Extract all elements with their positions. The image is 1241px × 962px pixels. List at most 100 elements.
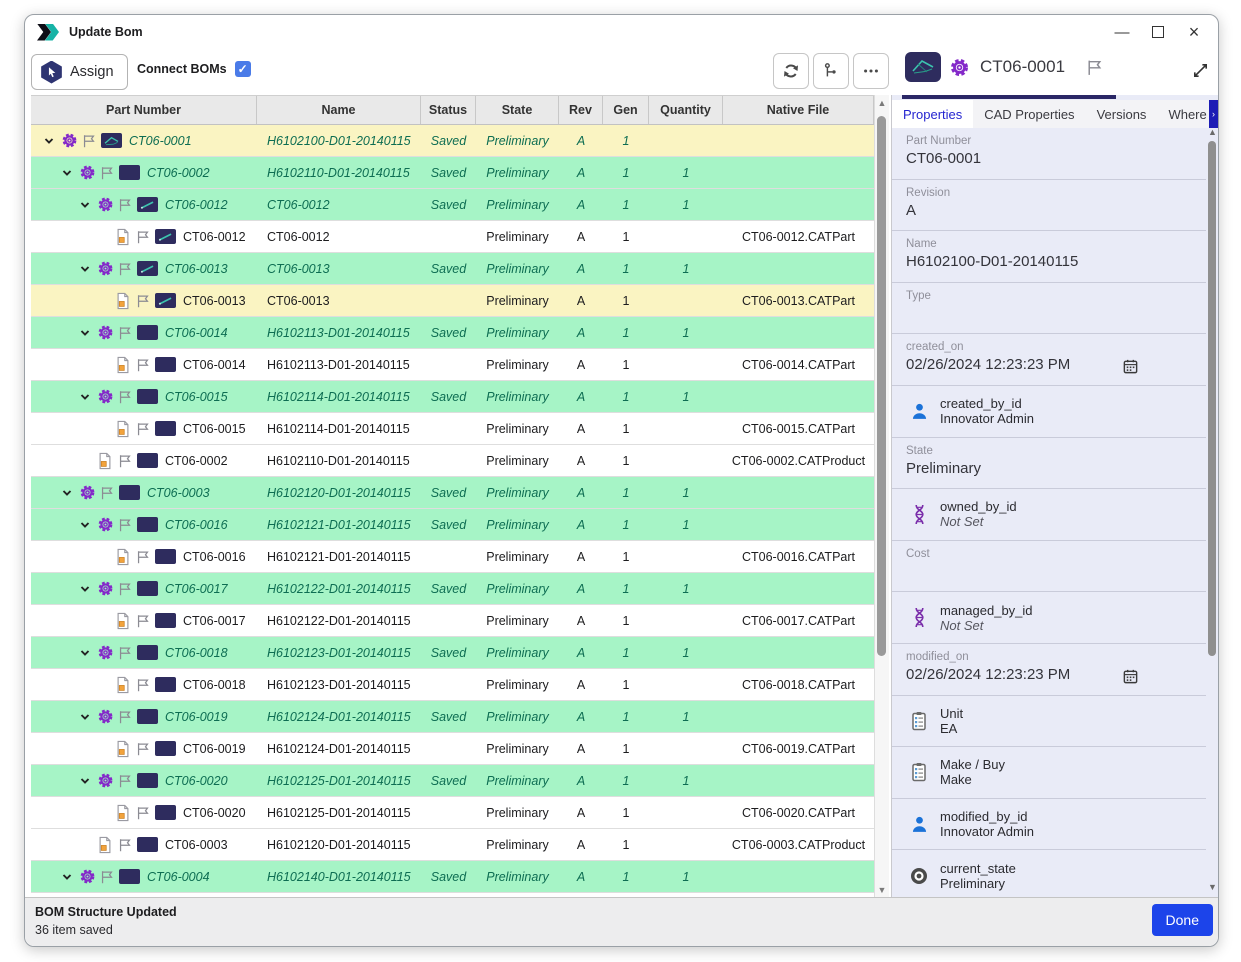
chevron-down-icon[interactable] <box>75 775 95 787</box>
table-row[interactable]: CT06-0002H6102110-D01-20140115Preliminar… <box>31 445 889 477</box>
cell-name: H6102123-D01-20140115 <box>257 637 421 668</box>
chevron-down-icon[interactable] <box>57 167 77 179</box>
table-row[interactable]: CT06-0016H6102121-D01-20140115Preliminar… <box>31 541 889 573</box>
field-modified-on[interactable]: modified_on02/26/2024 12:23:23 PM <box>892 644 1206 696</box>
field-current-state[interactable]: current_statePreliminary <box>892 850 1206 898</box>
panel-scrollbar-thumb[interactable] <box>1208 141 1216 656</box>
column-header-quantity[interactable]: Quantity <box>649 96 723 124</box>
table-row[interactable]: CT06-0001H6102100-D01-20140115SavedPreli… <box>31 125 889 157</box>
field-unit[interactable]: UnitEA <box>892 696 1206 748</box>
table-row[interactable]: CT06-0016H6102121-D01-20140115SavedPreli… <box>31 509 889 541</box>
table-row[interactable]: CT06-0004H6102140-D01-20140115SavedPreli… <box>31 861 889 893</box>
chevron-down-icon[interactable] <box>75 711 95 723</box>
table-row[interactable]: CT06-0014H6102113-D01-20140115SavedPreli… <box>31 317 889 349</box>
done-button[interactable]: Done <box>1152 904 1213 936</box>
cell-gen: 1 <box>603 285 649 316</box>
table-scrollbar-thumb[interactable] <box>877 116 886 656</box>
field-modified-by-id[interactable]: modified_by_idInnovator Admin <box>892 799 1206 851</box>
expand-dialog-button[interactable] <box>1185 55 1215 85</box>
minimize-button[interactable]: — <box>1104 18 1140 46</box>
cell-status: Saved <box>421 765 476 796</box>
field-revision[interactable]: RevisionA <box>892 180 1206 232</box>
chevron-down-icon[interactable] <box>57 487 77 499</box>
table-row[interactable]: CT06-0017H6102122-D01-20140115Preliminar… <box>31 605 889 637</box>
cell-quantity: 1 <box>649 189 723 220</box>
scroll-down-icon[interactable]: ▼ <box>1208 882 1217 892</box>
column-header-native-file[interactable]: Native File <box>723 96 874 124</box>
chevron-down-icon[interactable] <box>75 327 95 339</box>
chevron-down-icon[interactable] <box>75 583 95 595</box>
table-row[interactable]: CT06-0015H6102114-D01-20140115SavedPreli… <box>31 381 889 413</box>
maximize-button[interactable] <box>1140 18 1176 46</box>
scroll-up-icon[interactable]: ▲ <box>875 98 889 108</box>
chevron-down-icon[interactable] <box>75 263 95 275</box>
tab-cad-properties[interactable]: CAD Properties <box>973 100 1085 128</box>
table-row[interactable]: CT06-0015H6102114-D01-20140115Preliminar… <box>31 413 889 445</box>
chevron-down-icon[interactable] <box>75 391 95 403</box>
scroll-down-icon[interactable]: ▼ <box>875 885 889 895</box>
chevron-down-icon[interactable] <box>57 871 77 883</box>
column-header-rev[interactable]: Rev <box>559 96 603 124</box>
calendar-icon[interactable] <box>1122 358 1139 375</box>
table-row[interactable]: CT06-0018H6102123-D01-20140115SavedPreli… <box>31 637 889 669</box>
column-header-gen[interactable]: Gen <box>603 96 649 124</box>
gear-icon <box>59 132 79 149</box>
tab-versions[interactable]: Versions <box>1086 100 1158 128</box>
table-row[interactable]: CT06-0002H6102110-D01-20140115SavedPreli… <box>31 157 889 189</box>
table-row[interactable]: CT06-0020H6102125-D01-20140115SavedPreli… <box>31 765 889 797</box>
field-make-buy[interactable]: Make / BuyMake <box>892 747 1206 799</box>
calendar-icon[interactable] <box>1122 668 1139 685</box>
table-row[interactable]: CT06-0003H6102120-D01-20140115SavedPreli… <box>31 477 889 509</box>
table-row[interactable]: CT06-0013CT06-0013PreliminaryA1CT06-0013… <box>31 285 889 317</box>
column-header-name[interactable]: Name <box>257 96 421 124</box>
field-type[interactable]: Type <box>892 283 1206 335</box>
chevron-down-icon[interactable] <box>75 199 95 211</box>
column-header-part-number[interactable]: Part Number <box>31 96 257 124</box>
field-owned-by-id[interactable]: owned_by_idNot Set <box>892 489 1206 541</box>
part-thumbnail <box>137 261 158 276</box>
field-part-number[interactable]: Part NumberCT06-0001 <box>892 128 1206 180</box>
more-button[interactable] <box>853 53 889 89</box>
cell-state: Preliminary <box>476 221 559 252</box>
close-button[interactable]: × <box>1176 18 1212 46</box>
cell-quantity <box>649 797 723 828</box>
structure-button[interactable] <box>813 53 849 89</box>
field-state[interactable]: StatePreliminary <box>892 438 1206 490</box>
panel-scrollbar[interactable]: ▲ ▼ <box>1208 131 1217 890</box>
table-row[interactable]: CT06-0003H6102120-D01-20140115Preliminar… <box>31 829 889 861</box>
table-row[interactable]: CT06-0018H6102123-D01-20140115Preliminar… <box>31 669 889 701</box>
field-name[interactable]: NameH6102100-D01-20140115 <box>892 231 1206 283</box>
table-row[interactable]: CT06-0012CT06-0012PreliminaryA1CT06-0012… <box>31 221 889 253</box>
table-row[interactable]: CT06-0017H6102122-D01-20140115SavedPreli… <box>31 573 889 605</box>
flag-icon <box>133 677 153 693</box>
connect-boms-checkbox[interactable]: ✓ <box>235 61 251 77</box>
part-number-text: CT06-0016 <box>165 518 228 532</box>
table-row[interactable]: CT06-0019H6102124-D01-20140115Preliminar… <box>31 733 889 765</box>
table-row[interactable]: CT06-0019H6102124-D01-20140115SavedPreli… <box>31 701 889 733</box>
field-created-by-id[interactable]: created_by_idInnovator Admin <box>892 386 1206 438</box>
field-cost[interactable]: Cost <box>892 541 1206 593</box>
refresh-button[interactable] <box>773 53 809 89</box>
table-row[interactable]: CT06-0020H6102125-D01-20140115Preliminar… <box>31 797 889 829</box>
tab-properties[interactable]: Properties <box>892 100 973 128</box>
tab-overflow-button[interactable]: › <box>1209 100 1218 128</box>
chevron-down-icon[interactable] <box>75 519 95 531</box>
table-scrollbar[interactable]: ▲ ▼ <box>874 95 889 898</box>
part-number-cell: CT06-0002 <box>31 157 257 188</box>
tab-where-used[interactable]: Where Used <box>1157 100 1209 128</box>
table-row[interactable]: CT06-0013CT06-0013SavedPreliminaryA11 <box>31 253 889 285</box>
field-created-on[interactable]: created_on02/26/2024 12:23:23 PM <box>892 334 1206 386</box>
column-header-status[interactable]: Status <box>421 96 476 124</box>
cell-quantity: 1 <box>649 253 723 284</box>
column-header-state[interactable]: State <box>476 96 559 124</box>
cell-status: Saved <box>421 573 476 604</box>
chevron-down-icon[interactable] <box>75 647 95 659</box>
table-row[interactable]: CT06-0012CT06-0012SavedPreliminaryA11 <box>31 189 889 221</box>
assign-button[interactable]: Assign <box>31 54 128 90</box>
scroll-up-icon[interactable]: ▲ <box>1208 127 1217 137</box>
cell-status: Saved <box>421 157 476 188</box>
chevron-down-icon[interactable] <box>39 135 59 147</box>
part-number-text: CT06-0017 <box>183 614 246 628</box>
field-managed-by-id[interactable]: managed_by_idNot Set <box>892 592 1206 644</box>
table-row[interactable]: CT06-0014H6102113-D01-20140115Preliminar… <box>31 349 889 381</box>
